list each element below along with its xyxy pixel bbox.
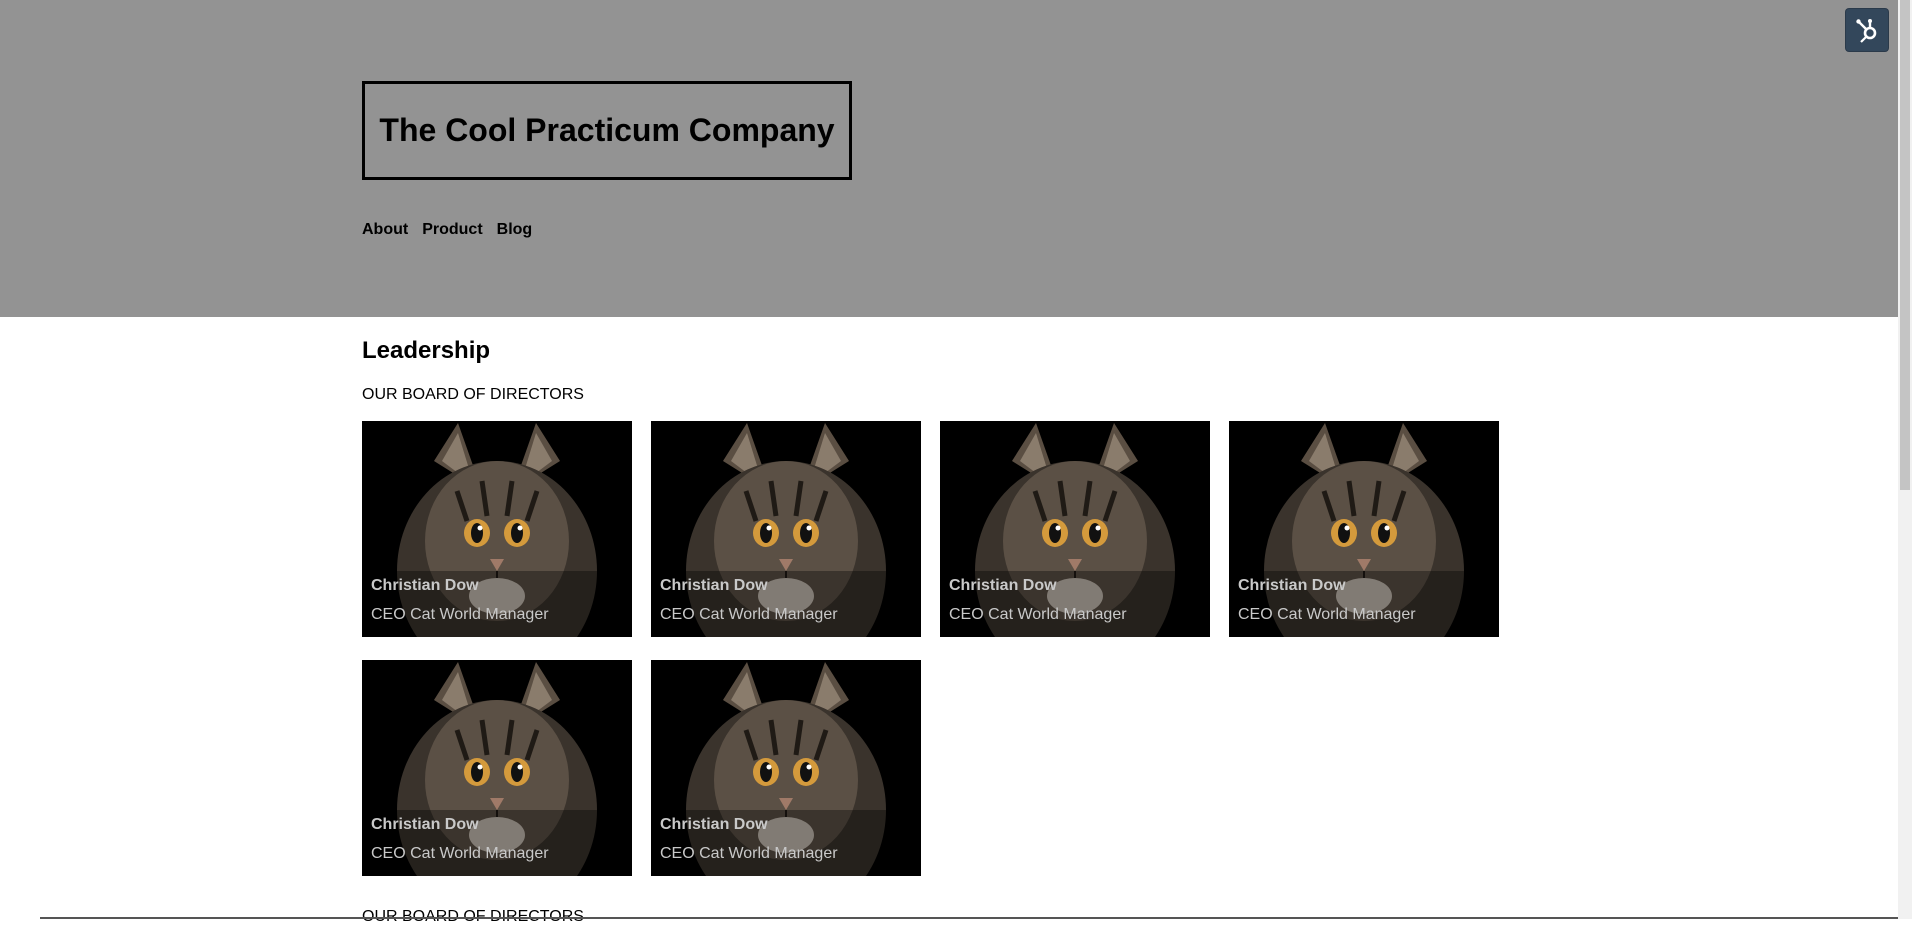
cat-portrait-image (362, 660, 632, 876)
section-title: Leadership (362, 337, 491, 364)
director-name: Christian Dow (371, 816, 479, 833)
director-role: CEO Cat World Manager (660, 606, 838, 623)
nav-link-about[interactable]: About (362, 221, 408, 239)
cat-portrait-image (651, 660, 921, 876)
section-subtitle: OUR BOARD OF DIRECTORS (362, 386, 584, 403)
nav-link-blog[interactable]: Blog (497, 221, 533, 239)
cat-portrait-image (651, 421, 921, 637)
director-card[interactable]: Christian Dow CEO Cat World Manager (362, 660, 632, 876)
director-role: CEO Cat World Manager (371, 606, 549, 623)
logo-text: The Cool Practicum Company (379, 112, 835, 148)
nav-link-product[interactable]: Product (422, 221, 482, 239)
director-role: CEO Cat World Manager (949, 606, 1127, 623)
director-role: CEO Cat World Manager (1238, 606, 1416, 623)
director-name: Christian Dow (1238, 577, 1346, 594)
site-header: The Cool Practicum Company About Product… (0, 0, 1898, 317)
main-nav: About Product Blog (362, 221, 532, 239)
director-card[interactable]: Christian Dow CEO Cat World Manager (1229, 421, 1499, 637)
cat-portrait-image (362, 421, 632, 637)
director-card[interactable]: Christian Dow CEO Cat World Manager (651, 421, 921, 637)
scrollbar-thumb[interactable] (1900, 0, 1910, 490)
director-role: CEO Cat World Manager (660, 845, 838, 862)
cat-portrait-image (940, 421, 1210, 637)
cat-portrait-image (1229, 421, 1499, 637)
site-logo[interactable]: The Cool Practicum Company (362, 81, 852, 180)
director-role: CEO Cat World Manager (371, 845, 549, 862)
director-name: Christian Dow (660, 577, 768, 594)
hubspot-sprocket-icon (1856, 19, 1877, 43)
director-card[interactable]: Christian Dow CEO Cat World Manager (651, 660, 921, 876)
director-card[interactable]: Christian Dow CEO Cat World Manager (940, 421, 1210, 637)
director-name: Christian Dow (660, 816, 768, 833)
page-scrollbar[interactable] (1898, 0, 1912, 919)
hubspot-sprocket-button[interactable] (1846, 9, 1888, 51)
director-card[interactable]: Christian Dow CEO Cat World Manager (362, 421, 632, 637)
director-name: Christian Dow (949, 577, 1057, 594)
director-name: Christian Dow (371, 577, 479, 594)
